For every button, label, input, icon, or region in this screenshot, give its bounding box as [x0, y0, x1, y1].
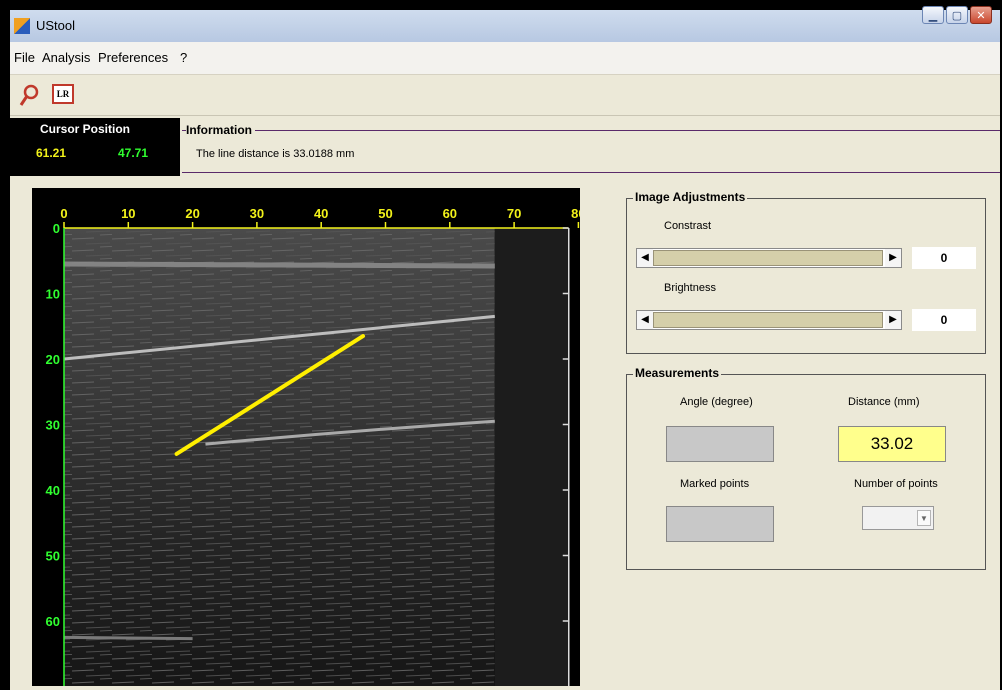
x-tick-label: 20: [185, 206, 199, 221]
toolbar: LR: [10, 75, 1000, 116]
number-of-points-select[interactable]: ▼: [862, 506, 934, 530]
cursor-y-value: 47.71: [118, 146, 149, 160]
slider-right-arrow-icon[interactable]: ▶: [885, 249, 901, 267]
contrast-label: Constrast: [664, 220, 712, 232]
distance-label: Distance (mm): [848, 396, 920, 408]
angle-label: Angle (degree): [680, 396, 753, 408]
x-tick-label: 70: [507, 206, 521, 221]
menu-preferences[interactable]: Preferences: [98, 50, 168, 65]
cursor-x-value: 61.21: [36, 146, 67, 160]
x-tick-label: 40: [314, 206, 328, 221]
information-text: The line distance is 33.0188 mm: [196, 148, 355, 160]
y-tick-label: 50: [46, 549, 60, 564]
lr-tool-button[interactable]: LR: [52, 84, 74, 104]
brightness-slider-thumb[interactable]: [653, 312, 883, 328]
menu-bar: File Analysis Preferences ?: [10, 42, 1000, 75]
cursor-position-title: Cursor Position: [38, 122, 133, 136]
information-divider: [182, 172, 1000, 173]
ultrasound-image[interactable]: 0 10 20 30 40 50 60 70 80 0 10 20 30 40 50 60: [32, 188, 580, 686]
menu-help[interactable]: ?: [180, 50, 187, 65]
information-divider: [182, 130, 1000, 131]
title-bar: UStool: [10, 10, 1000, 42]
matlab-icon: [14, 18, 30, 34]
slider-right-arrow-icon[interactable]: ▶: [885, 311, 901, 329]
marked-points-label: Marked points: [680, 478, 750, 490]
slider-left-arrow-icon[interactable]: ◀: [637, 311, 653, 329]
brightness-slider[interactable]: ◀ ▶: [636, 310, 902, 330]
contrast-slider-thumb[interactable]: [653, 250, 883, 266]
zoom-magnifier-icon[interactable]: [18, 83, 42, 107]
brightness-label: Brightness: [664, 282, 716, 294]
y-tick-label: 60: [46, 614, 60, 629]
minimize-icon: ▁: [928, 10, 938, 22]
contrast-slider[interactable]: ◀ ▶: [636, 248, 902, 268]
x-tick-label: 0: [60, 206, 67, 221]
x-tick-label: 10: [121, 206, 135, 221]
angle-field: [666, 426, 774, 462]
slider-left-arrow-icon[interactable]: ◀: [637, 249, 653, 267]
maximize-button[interactable]: ▢: [946, 6, 968, 24]
number-of-points-label: Number of points: [854, 478, 938, 490]
close-button[interactable]: ✕: [970, 6, 992, 24]
y-tick-label: 10: [46, 287, 60, 302]
distance-field: 33.02: [838, 426, 946, 462]
y-tick-label: 30: [46, 418, 60, 433]
menu-file[interactable]: File: [14, 50, 35, 65]
measurements-title: Measurements: [633, 366, 722, 380]
minimize-button[interactable]: ▁: [922, 6, 944, 24]
information-title: Information: [186, 123, 255, 137]
brightness-value[interactable]: 0: [912, 309, 976, 331]
x-tick-label: 30: [250, 206, 264, 221]
window-title: UStool: [36, 18, 76, 33]
x-tick-label: 80: [571, 206, 580, 221]
menu-analysis[interactable]: Analysis: [42, 50, 90, 65]
image-adjustments-title: Image Adjustments: [633, 190, 748, 204]
marked-points-field: [666, 506, 774, 542]
x-tick-label: 60: [443, 206, 457, 221]
maximize-icon: ▢: [951, 10, 963, 22]
tissue-texture: [63, 228, 568, 686]
y-tick-label: 0: [53, 221, 60, 236]
x-tick-label: 50: [378, 206, 392, 221]
y-tick-label: 40: [46, 483, 60, 498]
close-icon: ✕: [976, 10, 986, 22]
contrast-value[interactable]: 0: [912, 247, 976, 269]
y-tick-label: 20: [46, 352, 60, 367]
chevron-down-icon[interactable]: ▼: [917, 510, 931, 526]
ultrasound-image-panel[interactable]: 0 10 20 30 40 50 60 70 80 0 10 20 30 40 50 60: [32, 188, 580, 686]
